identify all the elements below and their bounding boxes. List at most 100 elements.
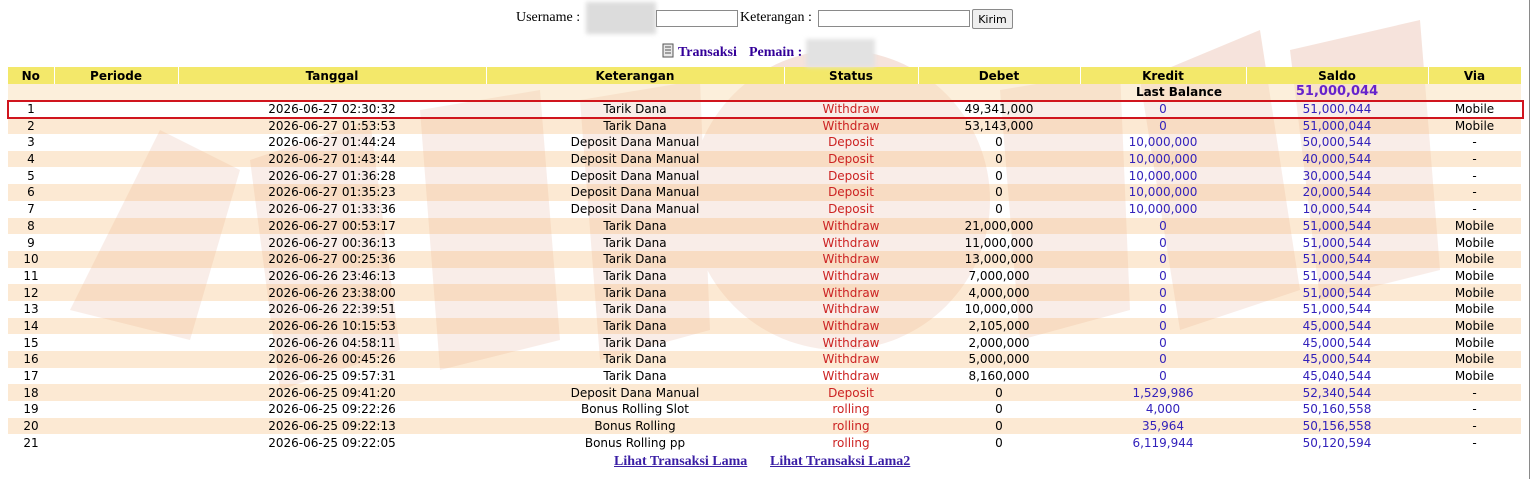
cell-periode	[54, 134, 178, 151]
cell-debet: 7,000,000	[918, 267, 1080, 285]
cell-debet: 0	[918, 200, 1080, 218]
cell-periode	[54, 367, 178, 385]
cell-no: 20	[8, 417, 54, 435]
cell-periode	[54, 351, 178, 368]
cell-periode	[54, 217, 178, 235]
cell-saldo: 50,156,558	[1246, 417, 1428, 435]
cell-keterangan: Tarik Dana	[486, 117, 784, 135]
table-row: 6 2026-06-27 01:35:23 Deposit Dana Manual D…	[8, 184, 1521, 201]
cell-no: 6	[8, 184, 54, 201]
table-row: 20 2026-06-25 09:22:13 Bonus Rolling rollin…	[8, 417, 1521, 435]
cell-periode	[54, 250, 178, 268]
cell-no: 7	[8, 200, 54, 218]
cell-kredit: 0	[1080, 367, 1246, 385]
cell-no: 16	[8, 351, 54, 368]
column-header-status: Status	[784, 67, 919, 84]
cell-saldo: 51,000,544	[1246, 300, 1428, 318]
cell-tanggal: 2026-06-25 09:41:20	[178, 384, 486, 402]
cell-kredit: 10,000,000	[1080, 150, 1246, 168]
cell-status: Withdraw	[784, 250, 918, 268]
cell-no: 21	[8, 434, 54, 452]
cell-saldo: 51,000,044	[1246, 100, 1428, 118]
cell-debet: 0	[918, 150, 1080, 168]
cell-keterangan: Tarik Dana	[486, 351, 784, 368]
cell-status: Withdraw	[784, 334, 918, 351]
cell-via: Mobile	[1428, 100, 1521, 118]
cell-kredit: 0	[1080, 117, 1246, 135]
table-row: 13 2026-06-26 22:39:51 Tarik Dana Withdraw 1…	[8, 300, 1521, 318]
cell-via: -	[1428, 134, 1521, 151]
cell-status: Withdraw	[784, 351, 918, 368]
username-input[interactable]	[656, 10, 738, 27]
cell-no: 19	[8, 401, 54, 418]
cell-periode	[54, 334, 178, 351]
cell-periode	[54, 434, 178, 452]
cell-kredit: 0	[1080, 100, 1246, 118]
lihat-transaksi-lama-link[interactable]: Lihat Transaksi Lama	[614, 454, 747, 470]
cell-periode	[54, 117, 178, 135]
table-row: 12 2026-06-26 23:38:00 Tarik Dana Withdraw 4…	[8, 284, 1521, 301]
window-border	[1529, 0, 1530, 479]
kirim-button[interactable]: Kirim	[972, 9, 1013, 29]
cell-no: 5	[8, 167, 54, 185]
cell-keterangan: Tarik Dana	[486, 367, 784, 385]
cell-saldo: 30,000,544	[1246, 167, 1428, 185]
cell-kredit: 10,000,000	[1080, 184, 1246, 201]
column-header-periode: Periode	[54, 67, 179, 84]
cell-tanggal: 2026-06-26 23:46:13	[178, 267, 486, 285]
last-balance-value: 51,000,044	[1246, 84, 1428, 101]
cell-status: Withdraw	[784, 367, 918, 385]
cell-status: Deposit	[784, 134, 918, 151]
cell-kredit: 10,000,000	[1080, 200, 1246, 218]
cell-no: 2	[8, 117, 54, 135]
table-row: 14 2026-06-26 10:15:53 Tarik Dana Withdraw 2…	[8, 317, 1521, 335]
cell-status: Deposit	[784, 184, 918, 201]
cell-via: Mobile	[1428, 284, 1521, 301]
cell-no: 1	[8, 100, 54, 118]
cell-via: Mobile	[1428, 217, 1521, 235]
cell-no: 4	[8, 150, 54, 168]
cell-keterangan: Deposit Dana Manual	[486, 150, 784, 168]
cell-keterangan: Tarik Dana	[486, 300, 784, 318]
cell-no: 9	[8, 234, 54, 251]
cell-keterangan: Tarik Dana	[486, 234, 784, 251]
cell-no: 18	[8, 384, 54, 402]
transactions-table: No Periode Tanggal Keterangan Status Debet Kre…	[8, 67, 1522, 452]
column-header-kredit: Kredit	[1080, 67, 1247, 84]
cell-via: Mobile	[1428, 351, 1521, 368]
cell-status: rolling	[784, 434, 918, 452]
cell-no: 13	[8, 300, 54, 318]
keterangan-label: Keterangan :	[740, 10, 812, 25]
cell-tanggal: 2026-06-27 02:30:32	[178, 100, 486, 118]
cell-status: Withdraw	[784, 267, 918, 285]
cell-tanggal: 2026-06-27 01:35:23	[178, 184, 486, 201]
cell-debet: 0	[918, 167, 1080, 185]
keterangan-input[interactable]	[818, 10, 970, 27]
cell-status: rolling	[784, 401, 918, 418]
cell-via: Mobile	[1428, 267, 1521, 285]
cell-tanggal: 2026-06-25 09:22:13	[178, 417, 486, 435]
table-row: 9 2026-06-27 00:36:13 Tarik Dana Withdraw 11…	[8, 234, 1521, 251]
cell-tanggal: 2026-06-26 23:38:00	[178, 284, 486, 301]
cell-no: 10	[8, 250, 54, 268]
cell-no: 3	[8, 134, 54, 151]
column-header-via: Via	[1428, 67, 1522, 84]
cell-debet: 5,000,000	[918, 351, 1080, 368]
column-header-keterangan: Keterangan	[486, 67, 785, 84]
cell-kredit: 0	[1080, 351, 1246, 368]
cell-saldo: 51,000,544	[1246, 284, 1428, 301]
table-row: 5 2026-06-27 01:36:28 Deposit Dana Manual D…	[8, 167, 1521, 185]
cell-periode	[54, 417, 178, 435]
cell-via: Mobile	[1428, 367, 1521, 385]
cell-keterangan: Bonus Rolling Slot	[486, 401, 784, 418]
cell-debet: 53,143,000	[918, 117, 1080, 135]
cell-debet: 2,000,000	[918, 334, 1080, 351]
table-header-row: No Periode Tanggal Keterangan Status Debet Kre…	[8, 67, 1522, 84]
cell-periode	[54, 317, 178, 335]
cell-via: -	[1428, 167, 1521, 185]
cell-saldo: 45,040,544	[1246, 367, 1428, 385]
lihat-transaksi-lama2-link[interactable]: Lihat Transaksi Lama2	[770, 454, 910, 470]
cell-tanggal: 2026-06-27 00:53:17	[178, 217, 486, 235]
cell-kredit: 6,119,944	[1080, 434, 1246, 452]
table-row: 1 2026-06-27 02:30:32 Tarik Dana Withdraw 49…	[8, 100, 1521, 118]
